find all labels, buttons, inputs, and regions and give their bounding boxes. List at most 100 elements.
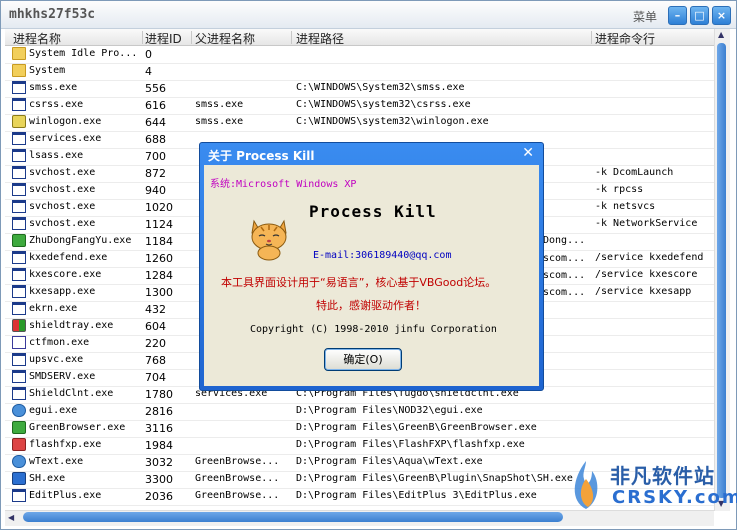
process-name: svchost.exe bbox=[29, 184, 96, 195]
process-exe-icon bbox=[12, 370, 26, 383]
peek-text: scom... bbox=[543, 270, 586, 281]
process-name: wText.exe bbox=[29, 456, 84, 467]
table-header: 进程名称 进程ID 父进程名称 进程路径 进程命令行 bbox=[5, 29, 714, 46]
ok-button[interactable]: 确定(O) bbox=[324, 348, 402, 371]
scroll-up-icon[interactable]: ▲ bbox=[718, 30, 724, 39]
col-header-path[interactable]: 进程路径 bbox=[296, 30, 344, 47]
process-name: System bbox=[29, 65, 66, 76]
scroll-left-icon[interactable]: ◀ bbox=[8, 513, 14, 522]
process-folder-icon bbox=[12, 47, 26, 60]
process-path: D:\Program Files\GreenB\GreenBrowser.exe bbox=[296, 422, 537, 433]
process-exe-icon bbox=[12, 268, 26, 281]
process-name: winlogon.exe bbox=[29, 116, 102, 127]
maximize-icon[interactable]: □ bbox=[690, 6, 709, 25]
process-gear-icon bbox=[12, 115, 26, 128]
process-id: 0 bbox=[145, 48, 152, 61]
process-name: kxesapp.exe bbox=[29, 286, 96, 297]
dialog-close-icon[interactable]: ✕ bbox=[522, 145, 534, 161]
process-name: ekrn.exe bbox=[29, 303, 78, 314]
process-name: EditPlus.exe bbox=[29, 490, 102, 501]
about-dialog: 关于 Process Kill ✕ 系统:Microsoft Windows X… bbox=[199, 142, 544, 391]
process-name: kxescore.exe bbox=[29, 269, 102, 280]
process-id: 1124 bbox=[145, 218, 173, 231]
process-green-icon bbox=[12, 234, 26, 247]
table-row[interactable]: egui.exe 2816 D:\Program Files\NOD32\egui.… bbox=[5, 403, 714, 421]
process-exe-icon bbox=[12, 489, 26, 502]
col-header-parent[interactable]: 父进程名称 bbox=[195, 30, 255, 47]
process-exe-icon bbox=[12, 200, 26, 213]
process-name: System Idle Pro... bbox=[29, 48, 138, 59]
table-row[interactable]: smss.exe 556 C:\WINDOWS\System32\smss.exe bbox=[5, 80, 714, 98]
process-name: smss.exe bbox=[29, 82, 78, 93]
copyright-text: Copyright (C) 1998-2010 jinfu Corporatio… bbox=[250, 324, 497, 335]
process-id: 644 bbox=[145, 116, 166, 129]
col-header-pid[interactable]: 进程ID bbox=[145, 30, 182, 47]
process-blue-icon bbox=[12, 472, 26, 485]
process-name: GreenBrowser.exe bbox=[29, 422, 126, 433]
process-exe-icon bbox=[12, 251, 26, 264]
minimize-icon[interactable]: – bbox=[668, 6, 687, 25]
process-path: C:\WINDOWS\system32\csrss.exe bbox=[296, 99, 471, 110]
process-name: ZhuDongFangYu.exe bbox=[29, 235, 132, 246]
process-id: 1300 bbox=[145, 286, 173, 299]
process-exe-icon bbox=[12, 98, 26, 111]
process-path: D:\Program Files\FlashFXP\flashfxp.exe bbox=[296, 439, 525, 450]
process-folder-icon bbox=[12, 64, 26, 77]
process-exe-icon bbox=[12, 217, 26, 230]
col-header-cmd[interactable]: 进程命令行 bbox=[595, 30, 655, 47]
title-bar: mhkhs27f53c 菜单 – □ × bbox=[1, 1, 736, 29]
dialog-body: 系统:Microsoft Windows XP Process Kill E-m… bbox=[204, 165, 539, 386]
process-id: 1284 bbox=[145, 269, 173, 282]
process-name: services.exe bbox=[29, 133, 102, 144]
process-id: 1780 bbox=[145, 388, 173, 401]
table-row[interactable]: winlogon.exe 644 smss.exe C:\WINDOWS\system… bbox=[5, 114, 714, 132]
process-exe-icon bbox=[12, 183, 26, 196]
process-name: SMDSERV.exe bbox=[29, 371, 96, 382]
process-id: 1984 bbox=[145, 439, 173, 452]
process-cmdline: -k rpcss bbox=[595, 184, 644, 195]
process-id: 616 bbox=[145, 99, 166, 112]
description-text: 本工具界面设计用于“易语言”，核心基于VBGood论坛。 bbox=[221, 276, 497, 289]
col-header-name[interactable]: 进程名称 bbox=[13, 30, 61, 47]
table-row[interactable]: csrss.exe 616 smss.exe C:\WINDOWS\system32\… bbox=[5, 97, 714, 115]
process-name: svchost.exe bbox=[29, 218, 96, 229]
watermark-en: CRSKY.com bbox=[612, 487, 737, 508]
system-info: 系统:Microsoft Windows XP bbox=[210, 179, 357, 190]
process-name: svchost.exe bbox=[29, 201, 96, 212]
process-cmdline: -k DcomLaunch bbox=[595, 167, 674, 178]
process-id: 3032 bbox=[145, 456, 173, 469]
process-id: 4 bbox=[145, 65, 152, 78]
process-name: SH.exe bbox=[29, 473, 66, 484]
process-cmdline: /service kxescore bbox=[595, 269, 698, 280]
parent-name: smss.exe bbox=[195, 99, 244, 110]
process-id: 768 bbox=[145, 354, 166, 367]
process-path: C:\WINDOWS\system32\winlogon.exe bbox=[296, 116, 489, 127]
process-path: D:\Program Files\Aqua\wText.exe bbox=[296, 456, 483, 467]
table-row[interactable]: GreenBrowser.exe 3116 D:\Program Files\Gre… bbox=[5, 420, 714, 438]
table-row[interactable]: System Idle Pro... 0 bbox=[5, 46, 714, 64]
process-name: lsass.exe bbox=[29, 150, 84, 161]
process-name: svchost.exe bbox=[29, 167, 96, 178]
process-id: 872 bbox=[145, 167, 166, 180]
process-path: D:\Program Files\GreenB\Plugin\SnapShot\… bbox=[296, 473, 573, 484]
thanks-text: 特此，感谢驱动作者！ bbox=[316, 299, 426, 312]
process-id: 688 bbox=[145, 133, 166, 146]
process-exe-icon bbox=[12, 132, 26, 145]
process-cmdline: /service kxesapp bbox=[595, 286, 692, 297]
menu-button[interactable]: 菜单 bbox=[633, 8, 657, 25]
process-path: D:\Program Files\EditPlus 3\EditPlus.exe bbox=[296, 490, 537, 501]
peek-text: scom... bbox=[543, 287, 586, 298]
window-title: mhkhs27f53c bbox=[9, 7, 96, 22]
parent-name: GreenBrowse... bbox=[195, 473, 280, 484]
process-id: 556 bbox=[145, 82, 166, 95]
email-link[interactable]: E-mail:306189440@qq.com bbox=[313, 250, 451, 261]
table-row[interactable]: System 4 bbox=[5, 63, 714, 81]
process-name: flashfxp.exe bbox=[29, 439, 102, 450]
dialog-title: 关于 Process Kill bbox=[208, 149, 315, 163]
close-icon[interactable]: × bbox=[712, 6, 731, 25]
flame-logo-icon bbox=[574, 461, 598, 509]
process-exe-icon bbox=[12, 302, 26, 315]
vertical-scroll-thumb[interactable] bbox=[717, 43, 726, 498]
horizontal-scroll-thumb[interactable] bbox=[23, 512, 563, 522]
process-id: 700 bbox=[145, 150, 166, 163]
